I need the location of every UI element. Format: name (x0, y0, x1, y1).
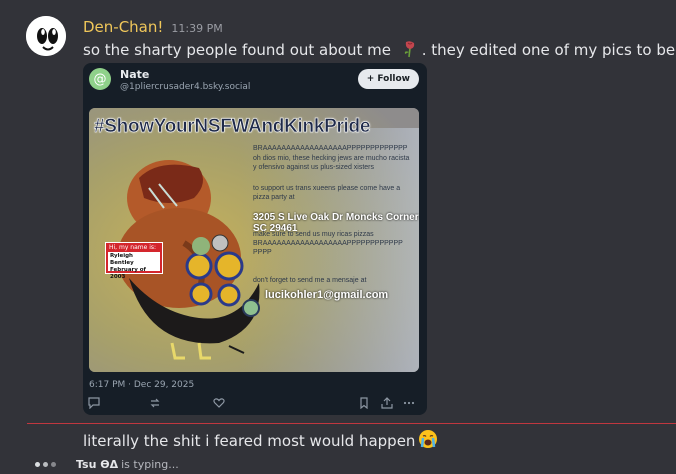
message-timestamp: 11:39 PM (171, 22, 223, 35)
nametag-sticker: Hi, my name is: Ryleigh Bentley February… (105, 242, 163, 280)
embedded-post[interactable]: @ Nate @1pliercrusader4.bsky.social + Fo… (83, 63, 427, 415)
nametag-name-line1: Ryleigh Bentley (110, 253, 134, 266)
repost-icon[interactable] (149, 397, 163, 411)
message-2-text: literally the shit i feared most would h… (83, 432, 416, 450)
nametag-name: Ryleigh Bentley February of 2003 (108, 252, 160, 280)
post-image[interactable]: #ShowYourNSFWAndKinkPride BRAAAAAAAAAAAA… (89, 108, 419, 372)
new-messages-divider (27, 423, 676, 424)
follow-button[interactable]: + Follow (357, 69, 419, 89)
meme-line-3: to support us trans xueens please come h… (253, 185, 401, 201)
share-icon[interactable] (381, 397, 395, 411)
meme-line-2: oh dios mio, these hecking jews are much… (253, 155, 410, 171)
reply-icon[interactable] (88, 397, 102, 411)
loudly-crying-emoji-icon (418, 429, 438, 453)
bookmark-icon[interactable] (358, 397, 372, 411)
typing-indicator: Tsu ϴΔ is typing... (35, 458, 179, 471)
typing-status: is typing... (121, 458, 179, 471)
post-author-avatar[interactable]: @ (89, 68, 111, 90)
post-author-name[interactable]: Nate (120, 68, 149, 81)
nametag-name-line2: February of 2003 (110, 267, 146, 280)
meme-line-4: make sure to send us muy ricas pizzas BR… (253, 231, 403, 256)
wilted-rose-emoji-icon (402, 40, 418, 62)
nametag-header: Hi, my name is: (109, 244, 157, 251)
user-avatar[interactable] (26, 16, 66, 56)
typing-dots-icon (35, 462, 56, 467)
message-text-2: literally the shit i feared most would h… (83, 429, 438, 453)
username[interactable]: Den-Chan! (83, 18, 163, 36)
message-text: so the sharty people found out about me … (83, 40, 676, 62)
message-text-tail: . they edited one of my pics to be this (421, 41, 676, 59)
meme-email: lucikohler1@gmail.com (265, 289, 389, 301)
message-header: Den-Chan! 11:39 PM (83, 18, 223, 38)
more-options-icon[interactable] (403, 397, 417, 411)
post-date: 6:17 PM · Dec 29, 2025 (89, 380, 195, 390)
typing-user: Tsu ϴΔ (76, 458, 119, 471)
meme-line-5: don't forget to send me a mensaje at (253, 277, 367, 284)
meme-hashtag: #ShowYourNSFWAndKinkPride (94, 116, 371, 138)
meme-line-1: BRAAAAAAAAAAAAAAAAAAPPPPPPPPPPPPP (253, 145, 408, 152)
avatar-face-icon (26, 16, 66, 56)
like-heart-icon[interactable] (213, 397, 227, 411)
message-text-main: so the sharty people found out about me (83, 41, 391, 59)
post-author-handle[interactable]: @1pliercrusader4.bsky.social (120, 82, 250, 92)
